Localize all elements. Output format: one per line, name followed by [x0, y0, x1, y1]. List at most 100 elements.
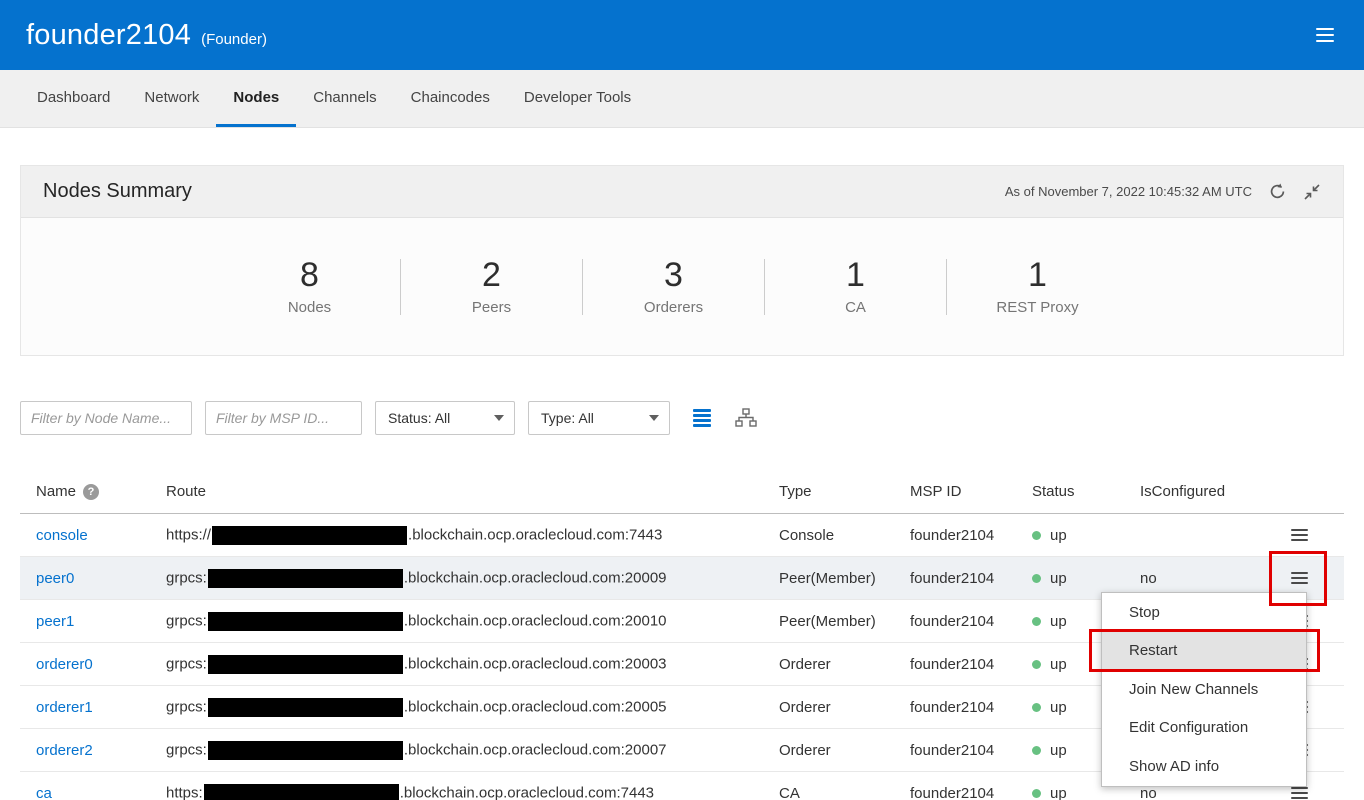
node-link-ca[interactable]: ca — [36, 785, 52, 800]
stat-orderers: 3Orderers — [583, 257, 764, 316]
menu-item-edit-configuration[interactable]: Edit Configuration — [1102, 709, 1306, 748]
status-dropdown[interactable]: Status: All — [375, 401, 515, 435]
row-actions-icon[interactable] — [1291, 529, 1308, 541]
summary-stats: 8Nodes2Peers3Orderers1CA1REST Proxy — [21, 218, 1343, 355]
header-menu-icon[interactable] — [1312, 24, 1338, 46]
redacted-host — [204, 784, 399, 800]
redacted-host — [208, 741, 403, 760]
route-suffix: .blockchain.ocp.oraclecloud.com:20005 — [404, 698, 667, 715]
node-link-peer0[interactable]: peer0 — [36, 570, 74, 587]
route-suffix: .blockchain.ocp.oraclecloud.com:7443 — [408, 526, 662, 543]
status-up-icon — [1032, 574, 1041, 583]
help-icon[interactable]: ? — [83, 484, 99, 500]
filter-node-name-input[interactable] — [20, 401, 192, 435]
stat-label: Peers — [401, 299, 582, 316]
filter-msp-id-input[interactable] — [205, 401, 362, 435]
refresh-icon[interactable] — [1268, 182, 1287, 201]
chevron-down-icon — [494, 415, 504, 421]
route-suffix: .blockchain.ocp.oraclecloud.com:20009 — [404, 569, 667, 586]
status-text: up — [1050, 570, 1067, 587]
node-route-cell: grpcs: .blockchain.ocp.oraclecloud.com:20… — [166, 569, 779, 588]
node-msp-id-cell: founder2104 — [910, 613, 1032, 630]
type-dropdown-value: Type: All — [541, 410, 594, 426]
redacted-host — [208, 612, 403, 631]
status-text: up — [1050, 742, 1067, 759]
node-name-cell: peer0 — [36, 570, 166, 587]
status-dropdown-value: Status: All — [388, 410, 450, 426]
stat-rest-proxy: 1REST Proxy — [947, 257, 1128, 316]
status-text: up — [1050, 527, 1067, 544]
topology-view-icon[interactable] — [735, 408, 757, 428]
menu-item-restart[interactable]: Restart — [1102, 632, 1306, 671]
node-route-cell: https:.blockchain.ocp.oraclecloud.com:74… — [166, 784, 779, 800]
row-actions-icon[interactable] — [1291, 572, 1308, 584]
tab-channels[interactable]: Channels — [296, 70, 393, 127]
menu-item-show-ad-info[interactable]: Show AD info — [1102, 747, 1306, 786]
column-header-name: Name? — [36, 483, 166, 513]
tab-developer-tools[interactable]: Developer Tools — [507, 70, 648, 127]
node-route-cell: grpcs: .blockchain.ocp.oraclecloud.com:20… — [166, 655, 779, 674]
status-text: up — [1050, 699, 1067, 716]
stat-value: 1 — [765, 257, 946, 294]
actions-cell — [1280, 529, 1344, 541]
column-header-type: Type — [779, 483, 910, 513]
route-prefix: grpcs: — [166, 741, 207, 758]
app-subtitle: (Founder) — [201, 31, 267, 48]
status-up-icon — [1032, 789, 1041, 798]
redacted-host — [208, 698, 403, 717]
node-link-console[interactable]: console — [36, 527, 88, 544]
redacted-host — [208, 569, 403, 588]
chevron-down-icon — [649, 415, 659, 421]
tab-dashboard[interactable]: Dashboard — [20, 70, 127, 127]
filter-row: Status: All Type: All — [20, 401, 1344, 435]
tab-nodes[interactable]: Nodes — [216, 70, 296, 127]
route-prefix: grpcs: — [166, 569, 207, 586]
status-up-icon — [1032, 703, 1041, 712]
route-prefix: grpcs: — [166, 655, 207, 672]
collapse-icon[interactable] — [1303, 183, 1321, 201]
actions-cell — [1280, 572, 1344, 584]
node-name-cell: orderer1 — [36, 699, 166, 716]
route-suffix: .blockchain.ocp.oraclecloud.com:20007 — [404, 741, 667, 758]
node-link-orderer0[interactable]: orderer0 — [36, 656, 93, 673]
node-name-cell: orderer2 — [36, 742, 166, 759]
app-title-group: founder2104 (Founder) — [26, 19, 267, 52]
node-status-cell: up — [1032, 527, 1140, 544]
status-up-icon — [1032, 660, 1041, 669]
type-dropdown[interactable]: Type: All — [528, 401, 670, 435]
route-prefix: grpcs: — [166, 698, 207, 715]
tab-chaincodes[interactable]: Chaincodes — [394, 70, 507, 127]
redacted-host — [208, 655, 403, 674]
node-type-cell: CA — [779, 785, 910, 800]
tab-network[interactable]: Network — [127, 70, 216, 127]
route-suffix: .blockchain.ocp.oraclecloud.com:20003 — [404, 655, 667, 672]
list-view-icon[interactable] — [693, 409, 711, 427]
node-type-cell: Orderer — [779, 656, 910, 673]
column-header-isconfigured: IsConfigured — [1140, 483, 1280, 513]
node-link-orderer2[interactable]: orderer2 — [36, 742, 93, 759]
stat-label: Nodes — [219, 299, 400, 316]
status-text: up — [1050, 613, 1067, 630]
status-up-icon — [1032, 531, 1041, 540]
column-header-msp-id: MSP ID — [910, 483, 1032, 513]
tab-bar: DashboardNetworkNodesChannelsChaincodesD… — [0, 70, 1364, 128]
node-type-cell: Orderer — [779, 699, 910, 716]
route-suffix: .blockchain.ocp.oraclecloud.com:7443 — [400, 784, 654, 800]
menu-item-join-new-channels[interactable]: Join New Channels — [1102, 670, 1306, 709]
stat-peers: 2Peers — [401, 257, 582, 316]
stat-value: 8 — [219, 257, 400, 294]
summary-title: Nodes Summary — [43, 180, 192, 203]
row-actions-icon[interactable] — [1291, 787, 1308, 799]
row-actions-menu: StopRestartJoin New ChannelsEdit Configu… — [1101, 592, 1307, 787]
status-text: up — [1050, 785, 1067, 800]
node-link-orderer1[interactable]: orderer1 — [36, 699, 93, 716]
column-header-route: Route — [166, 483, 779, 513]
redacted-host — [212, 526, 407, 545]
node-link-peer1[interactable]: peer1 — [36, 613, 74, 630]
actions-cell — [1280, 787, 1344, 799]
stat-value: 3 — [583, 257, 764, 294]
menu-item-stop[interactable]: Stop — [1102, 593, 1306, 632]
node-msp-id-cell: founder2104 — [910, 742, 1032, 759]
column-header-actions — [1280, 500, 1344, 513]
route-suffix: .blockchain.ocp.oraclecloud.com:20010 — [404, 612, 667, 629]
